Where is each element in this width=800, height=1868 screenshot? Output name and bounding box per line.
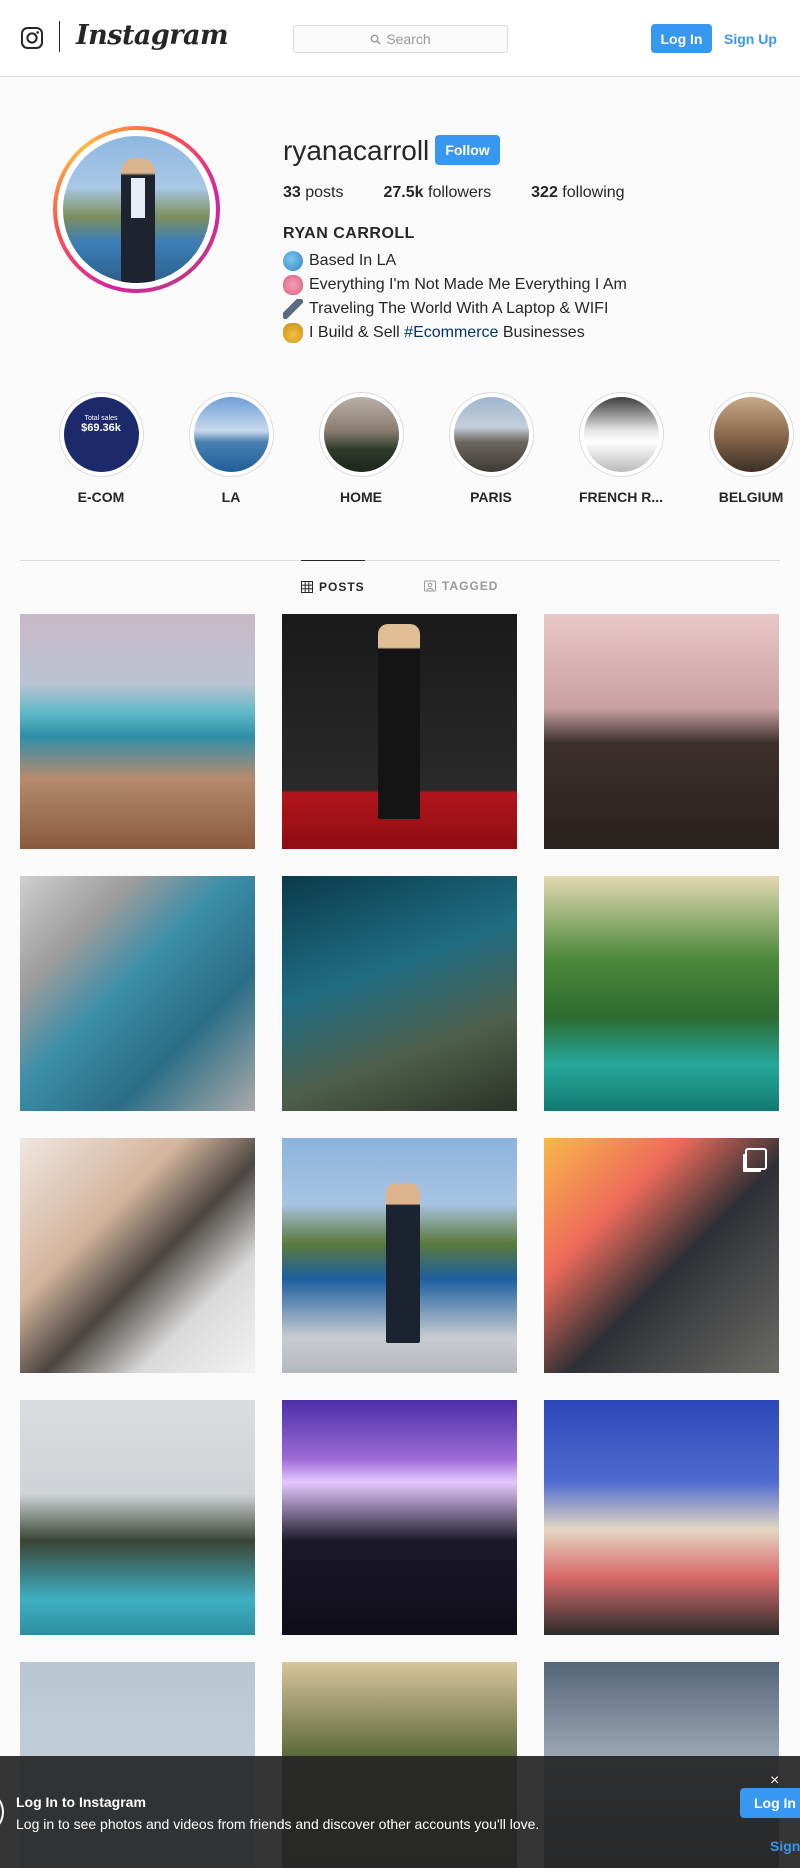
post-thumbnail[interactable]	[544, 1138, 779, 1373]
post-thumbnail[interactable]	[282, 1400, 517, 1635]
post-thumbnail[interactable]	[282, 1138, 517, 1373]
highlight-thumbnail	[453, 397, 529, 472]
tab-tagged[interactable]: TAGGED	[424, 560, 498, 612]
bio-text: Based In LA	[309, 252, 397, 269]
login-prompt-banner: Log In to Instagram Log in to see photos…	[0, 1756, 800, 1868]
login-button[interactable]: Log In	[651, 24, 712, 53]
hashtag-link[interactable]: #Ecommerce	[404, 321, 498, 345]
tab-posts-label: POSTS	[319, 579, 365, 594]
post-thumbnail[interactable]	[282, 614, 517, 849]
post-thumbnail[interactable]	[20, 1400, 255, 1635]
search-placeholder: Search	[386, 31, 431, 47]
post-thumbnail[interactable]	[20, 1138, 255, 1373]
instagram-glyph-icon	[0, 1790, 4, 1834]
highlight-label: BELGIUM	[718, 489, 784, 505]
globe-icon	[283, 251, 303, 271]
bio-text: I Build & Sell	[309, 324, 400, 341]
bio-line: Based In LA	[283, 249, 627, 273]
signup-link[interactable]: Sign Up	[724, 24, 777, 53]
followers-label: followers	[428, 184, 492, 201]
follow-button[interactable]: Follow	[435, 135, 500, 165]
banner-login-label: Log In	[754, 1795, 796, 1811]
post-thumbnail[interactable]	[544, 876, 779, 1111]
post-thumbnail[interactable]	[544, 1400, 779, 1635]
brain-icon	[283, 275, 303, 295]
highlight-label: E-COM	[77, 489, 125, 505]
following-label: following	[562, 184, 625, 201]
highlight-thumbnail	[323, 397, 399, 472]
money-bag-icon	[283, 323, 303, 343]
highlight-thumbnail	[193, 397, 269, 472]
tagged-person-icon	[424, 580, 436, 592]
bio-text: Everything I'm Not Made Me Everything I …	[309, 276, 627, 293]
profile-avatar-ring[interactable]	[53, 126, 220, 293]
logo-divider	[59, 21, 60, 52]
grid-icon	[301, 580, 313, 593]
profile-bio: Based In LA Everything I'm Not Made Me E…	[283, 249, 627, 345]
posts-stat: 33 posts	[283, 184, 344, 202]
runner-icon	[283, 299, 303, 319]
highlight-label: HOME	[340, 489, 382, 505]
bio-line: Everything I'm Not Made Me Everything I …	[283, 273, 627, 297]
banner-login-button[interactable]: Log In	[740, 1788, 800, 1818]
highlight-paris[interactable]: PARIS	[436, 392, 546, 505]
highlight-la[interactable]: LA	[176, 392, 286, 505]
followers-stat[interactable]: 27.5k followers	[384, 184, 492, 202]
followers-count: 27.5k	[383, 184, 424, 201]
profile-full-name: RYAN CARROLL	[283, 225, 415, 242]
highlight-inner-title: Total sales	[84, 415, 118, 422]
highlight-inner-value: $69.36k	[81, 422, 121, 434]
banner-subtitle: Log in to see photos and videos from fri…	[16, 1816, 540, 1832]
profile-avatar	[63, 136, 210, 283]
post-thumbnail[interactable]	[20, 614, 255, 849]
search-icon	[370, 34, 381, 45]
posts-label: posts	[305, 184, 344, 201]
highlight-label: PARIS	[470, 489, 512, 505]
post-thumbnail[interactable]	[282, 876, 517, 1111]
highlight-thumbnail: Total sales $69.36k	[63, 397, 139, 472]
tabs-divider	[20, 560, 780, 561]
post-thumbnail[interactable]	[544, 614, 779, 849]
banner-title: Log In to Instagram	[16, 1794, 146, 1810]
profile-stats: 33 posts 27.5k followers 322 following	[283, 184, 665, 202]
banner-signup-link[interactable]: Sign Up	[770, 1838, 800, 1854]
highlight-thumbnail	[713, 397, 789, 472]
post-thumbnail[interactable]	[20, 876, 255, 1111]
highlight-home[interactable]: HOME	[306, 392, 416, 505]
highlight-label: LA	[221, 489, 241, 505]
search-input[interactable]: Search	[293, 25, 508, 53]
story-highlights: Total sales $69.36k E-COM LA HOME PARIS …	[0, 392, 800, 512]
highlight-label: FRENCH R...	[579, 489, 663, 505]
profile-username: ryanacarroll	[283, 135, 430, 166]
highlight-belgium[interactable]: BELGIUM	[696, 392, 800, 505]
bio-text: Businesses	[502, 324, 585, 341]
bio-line: I Build & Sell #Ecommerce Businesses	[283, 321, 627, 345]
tab-tagged-label: TAGGED	[442, 579, 499, 593]
top-nav-bar: Instagram Search Log In Sign Up	[0, 0, 800, 77]
highlight-ecom[interactable]: Total sales $69.36k E-COM	[46, 392, 156, 505]
highlight-thumbnail	[583, 397, 659, 472]
highlight-french-riviera[interactable]: FRENCH R...	[566, 392, 676, 505]
tab-posts[interactable]: POSTS	[301, 560, 365, 612]
multiple-images-icon	[745, 1148, 767, 1170]
instagram-glyph-icon[interactable]	[20, 26, 44, 50]
following-stat[interactable]: 322 following	[531, 184, 624, 202]
following-count: 322	[531, 184, 558, 201]
bio-line: Traveling The World With A Laptop & WIFI	[283, 297, 627, 321]
bio-text: Traveling The World With A Laptop & WIFI	[309, 300, 609, 317]
instagram-wordmark[interactable]: Instagram	[76, 20, 229, 51]
posts-count: 33	[283, 184, 301, 201]
